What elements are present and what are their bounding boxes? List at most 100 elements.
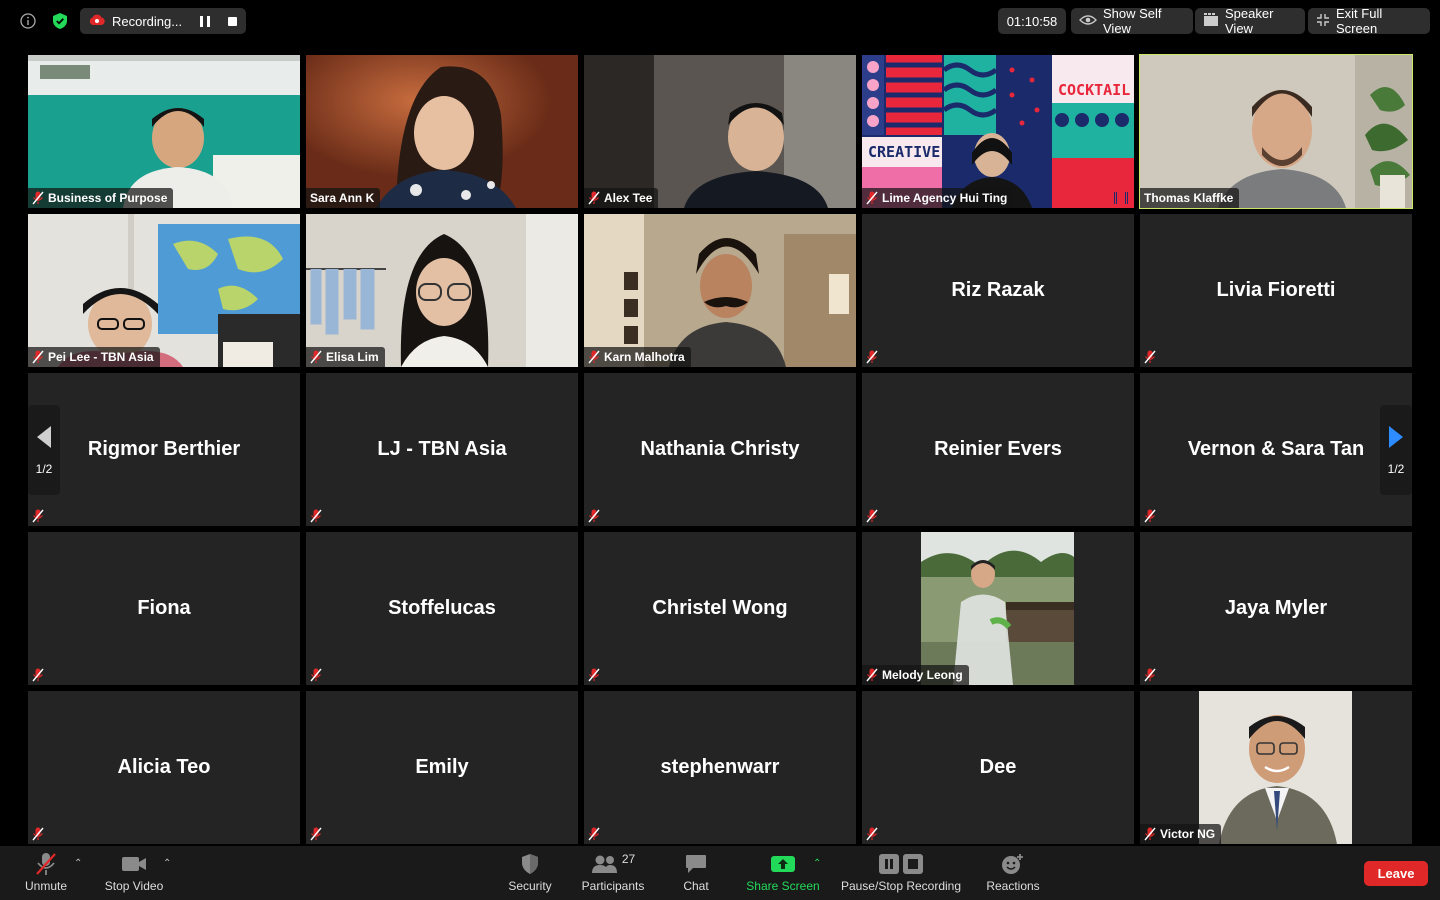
participant-name: Rigmor Berthier [87,438,241,460]
share-options-caret-icon[interactable]: ⌃ [813,858,821,869]
chevron-left-icon [36,425,52,452]
participant-tile[interactable]: Alicia Teo [28,691,300,844]
meeting-toolbar: Unmute ⌃ Stop Video ⌃ Security 27 Partic… [0,846,1440,900]
participant-video [584,55,856,208]
info-icon[interactable] [18,11,38,31]
muted-mic-icon [588,668,600,682]
participant-name: stephenwarr [660,756,780,778]
participant-video [306,214,578,367]
participant-name-label: Pei Lee - TBN Asia [28,347,160,367]
participant-tile[interactable]: Emily [306,691,578,844]
share-screen-label: Share Screen [746,879,820,893]
participant-tile[interactable]: Pei Lee - TBN Asia [28,214,300,367]
speaker-view-button[interactable]: Speaker View [1195,6,1305,36]
participant-name: Livia Fioretti [1216,279,1336,301]
previous-page-button[interactable]: 1/2 [28,405,60,495]
participant-video [584,214,856,367]
audio-options-caret-icon[interactable]: ⌃ [74,858,82,869]
participant-tile[interactable]: Dee [862,691,1134,844]
muted-mic-icon [588,509,600,523]
participant-tile[interactable]: Nathania Christy [584,373,856,526]
participant-video [306,55,578,208]
muted-mic-icon [310,668,322,682]
pause-recording-button[interactable] [200,15,211,27]
muted-mic-icon [588,191,600,205]
participant-tile[interactable]: stephenwarr [584,691,856,844]
muted-mic-icon [866,509,878,523]
participant-tile[interactable]: Reinier Evers [862,373,1134,526]
muted-mic-icon [866,191,878,205]
show-self-view-button[interactable]: Show Self View [1071,6,1193,36]
participant-tile-active-speaker[interactable]: Thomas Klaffke [1139,54,1413,209]
participant-name: Stoffelucas [388,597,496,619]
participant-tile[interactable]: Sara Ann K [306,55,578,208]
video-options-caret-icon[interactable]: ⌃ [163,858,171,869]
participant-tile[interactable]: Elisa Lim [306,214,578,367]
participant-tile[interactable]: Melody Leong [862,532,1134,685]
security-shield-icon [521,852,539,876]
security-button[interactable]: Security [505,852,555,893]
muted-mic-icon [588,827,600,841]
participant-tile[interactable]: Business of Purpose [28,55,300,208]
unmute-button[interactable]: Unmute [22,852,70,893]
chat-label: Chat [683,879,709,893]
unmute-label: Unmute [24,879,68,893]
muted-mic-icon [1144,827,1156,841]
participant-name: Reinier Evers [934,438,1062,460]
participant-name-label: Sara Ann K [306,188,381,208]
chat-button[interactable]: Chat [680,852,712,893]
speaker-view-icon [1203,12,1219,30]
show-self-view-label: Show Self View [1103,6,1162,36]
participant-name: Dee [979,756,1017,778]
muted-mic-icon [32,827,44,841]
muted-mic-icon [32,191,44,205]
muted-mic-icon [310,509,322,523]
participant-tile[interactable]: Victor NG [1140,691,1412,844]
participant-name-label: Thomas Klaffke [1140,188,1240,208]
participant-name-label: Business of Purpose [28,188,174,208]
security-label: Security [508,879,552,893]
stop-video-button[interactable]: Stop Video [102,852,166,893]
muted-mic-icon [866,350,878,364]
participants-label: Participants [581,879,645,893]
participant-name: Nathania Christy [640,438,800,460]
encryption-shield-icon[interactable] [50,11,70,31]
pause-stop-recording-button[interactable]: Pause/Stop Recording [838,852,964,893]
profile-photo [1199,691,1352,844]
exit-full-screen-button[interactable]: Exit Full Screen [1308,6,1430,36]
leave-meeting-button[interactable]: Leave [1364,861,1428,886]
participant-tile[interactable]: Fiona [28,532,300,685]
participant-name: Christel Wong [652,597,788,619]
stop-recording-button[interactable] [228,16,238,26]
participant-tile[interactable]: Jaya Myler [1140,532,1412,685]
next-page-button[interactable]: 1/2 [1380,405,1412,495]
participant-tile[interactable]: Vernon & Sara Tan [1140,373,1412,526]
participant-tile[interactable]: Riz Razak [862,214,1134,367]
muted-mic-icon [310,350,322,364]
participant-tile[interactable]: COCKTAIL CREATIVE Lime Agency Hui Ting [862,55,1134,208]
share-screen-button[interactable]: Share Screen [744,852,822,893]
muted-mic-icon [866,827,878,841]
muted-mic-icon [1144,668,1156,682]
muted-mic-icon [1144,350,1156,364]
reactions-button[interactable]: Reactions [984,852,1042,893]
participants-count: 27 [621,852,636,866]
participant-tile[interactable]: Christel Wong [584,532,856,685]
participant-tile[interactable]: Karn Malhotra [584,214,856,367]
page-indicator-left: 1/2 [35,461,53,476]
share-screen-icon [770,852,796,876]
muted-mic-icon [1144,509,1156,523]
participant-video [28,214,300,367]
participants-button[interactable]: 27 Participants [578,852,648,893]
participant-tile[interactable]: LJ - TBN Asia [306,373,578,526]
muted-mic-icon [32,668,44,682]
participant-tile[interactable]: Rigmor Berthier [28,373,300,526]
participant-tile[interactable]: Stoffelucas [306,532,578,685]
participant-tile[interactable]: Alex Tee [584,55,856,208]
participant-name: LJ - TBN Asia [377,438,507,460]
eye-icon [1079,14,1097,29]
participant-name: Riz Razak [951,279,1045,301]
exit-full-screen-icon [1316,13,1330,30]
participant-tile[interactable]: Livia Fioretti [1140,214,1412,367]
exit-full-screen-label: Exit Full Screen [1336,6,1383,36]
